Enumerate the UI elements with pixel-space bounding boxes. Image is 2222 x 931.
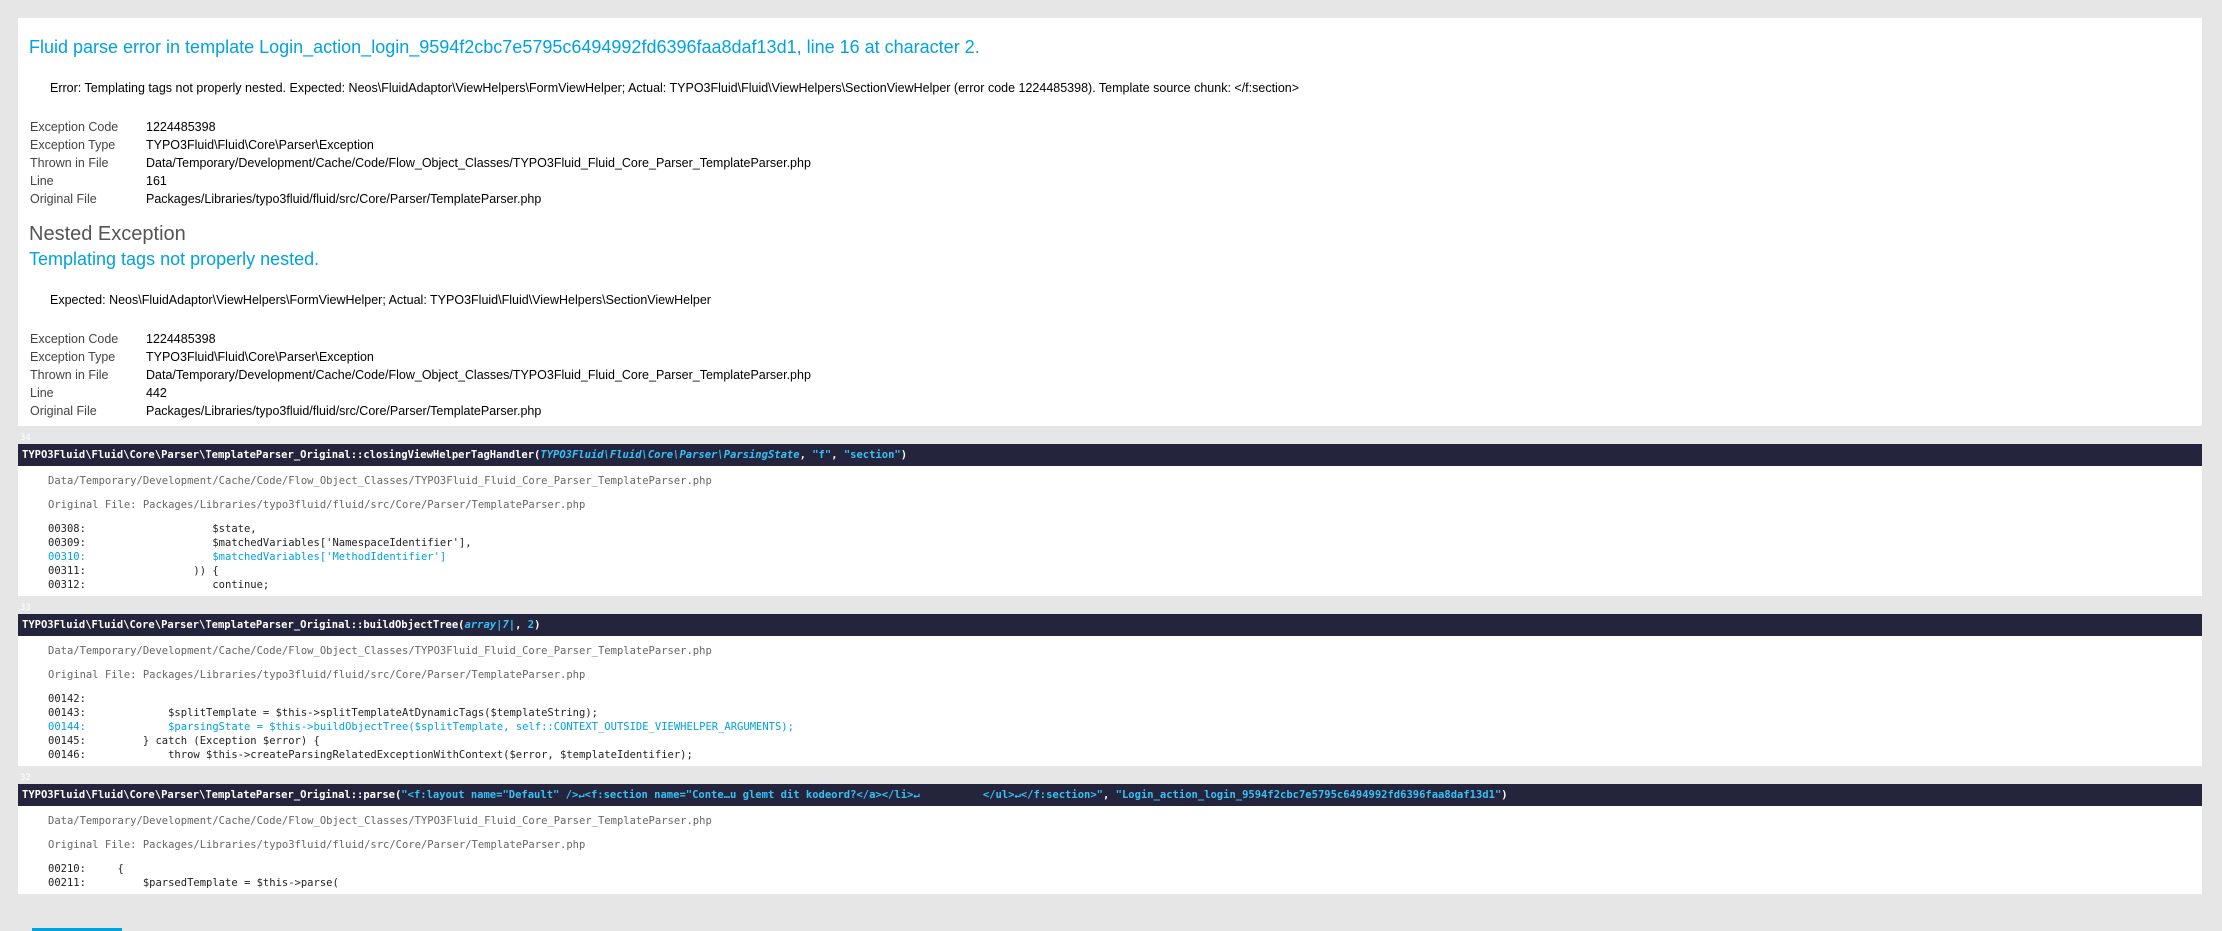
code-line-highlighted: 00144: $parsingState = $this->buildObjec…	[48, 721, 794, 733]
exception-panel: Fluid parse error in template Login_acti…	[18, 18, 2202, 426]
detail-row: Thrown in File Data/Temporary/Developmen…	[30, 154, 811, 172]
trace-arg: "<f:layout name="Default" />↵<f:section …	[401, 789, 1103, 801]
code-line: 00142:	[48, 693, 86, 705]
detail-key: Original File	[30, 192, 97, 206]
trace-index: 34	[20, 433, 31, 443]
detail-row: Exception Code 1224485398	[30, 330, 811, 348]
detail-key: Line	[30, 174, 54, 188]
detail-key: Thrown in File	[30, 156, 109, 170]
code-line: 00312: continue;	[48, 579, 270, 591]
trace-original-file: Original File: Packages/Libraries/typo3f…	[48, 839, 586, 851]
code-line: 00311: )) {	[48, 565, 219, 577]
trace-arg: "Login_action_login_9594f2cbc7e5795c6494…	[1115, 789, 1502, 801]
trace-header[interactable]: TYPO3Fluid\Fluid\Core\Parser\TemplatePar…	[18, 614, 2202, 636]
detail-value: Packages/Libraries/typo3fluid/fluid/src/…	[146, 192, 542, 206]
code-line: 00210: {	[48, 863, 124, 875]
trace-original-file: Original File: Packages/Libraries/typo3f…	[48, 499, 586, 511]
detail-key: Exception Type	[30, 350, 116, 364]
nested-exception-details: Exception Code 1224485398 Exception Type…	[30, 330, 811, 420]
trace-original-file: Original File: Packages/Libraries/typo3f…	[48, 669, 586, 681]
code-line: 00309: $matchedVariables['NamespaceIdent…	[48, 537, 472, 549]
detail-row: Exception Code 1224485398	[30, 118, 811, 136]
detail-value: 1224485398	[146, 332, 216, 346]
code-line: 00308: $state,	[48, 523, 257, 535]
error-title: Fluid parse error in template Login_acti…	[29, 37, 980, 57]
trace-file: Data/Temporary/Development/Cache/Code/Fl…	[48, 475, 712, 487]
detail-value: 442	[146, 386, 167, 400]
detail-key: Original File	[30, 404, 97, 418]
nested-exception-title: Templating tags not properly nested.	[29, 249, 320, 269]
trace-body: Data/Temporary/Development/Cache/Code/Fl…	[18, 806, 2202, 894]
detail-row: Thrown in File Data/Temporary/Developmen…	[30, 366, 811, 384]
code-line: 00146: throw $this->createParsingRelated…	[48, 749, 693, 761]
trace-method: TYPO3Fluid\Fluid\Core\Parser\TemplatePar…	[22, 789, 402, 801]
code-line-highlighted: 00310: $matchedVariables['MethodIdentifi…	[48, 551, 447, 563]
detail-key: Thrown in File	[30, 368, 109, 382]
trace-arg-separator: ,	[799, 449, 813, 461]
trace-arg: array|7|	[464, 619, 516, 631]
trace-close-paren: )	[900, 449, 908, 461]
detail-row: Exception Type TYPO3Fluid\Fluid\Core\Par…	[30, 348, 811, 366]
trace-close-paren: )	[1501, 789, 1508, 801]
error-message: Error: Templating tags not properly nest…	[50, 81, 1300, 95]
trace-close-paren: )	[534, 619, 541, 631]
code-line: 00211: $parsedTemplate = $this->parse(	[48, 877, 339, 889]
detail-value: TYPO3Fluid\Fluid\Core\Parser\Exception	[146, 138, 374, 152]
trace-arg: TYPO3Fluid\Fluid\Core\Parser\ParsingStat…	[540, 449, 800, 461]
detail-key: Line	[30, 386, 54, 400]
code-line: 00143: $splitTemplate = $this->splitTemp…	[48, 707, 598, 719]
trace-header[interactable]: TYPO3Fluid\Fluid\Core\Parser\TemplatePar…	[18, 784, 2202, 806]
detail-value: Packages/Libraries/typo3fluid/fluid/src/…	[146, 404, 542, 418]
code-snippet: 00210: { 00211: $parsedTemplate = $this->…	[48, 862, 2202, 890]
detail-row: Original File Packages/Libraries/typo3fl…	[30, 402, 811, 420]
detail-row: Line 442	[30, 384, 811, 402]
detail-key: Exception Type	[30, 138, 116, 152]
detail-value: TYPO3Fluid\Fluid\Core\Parser\Exception	[146, 350, 374, 364]
trace-arg-separator: ,	[831, 449, 844, 461]
nested-exception-message: Expected: Neos\FluidAdaptor\ViewHelpers\…	[50, 293, 711, 307]
detail-row: Line 161	[30, 172, 811, 190]
trace-arg: "f"	[812, 449, 832, 461]
detail-value: Data/Temporary/Development/Cache/Code/Fl…	[146, 368, 811, 382]
trace-body: Data/Temporary/Development/Cache/Code/Fl…	[18, 466, 2202, 596]
trace-file: Data/Temporary/Development/Cache/Code/Fl…	[48, 645, 712, 657]
detail-row: Original File Packages/Libraries/typo3fl…	[30, 190, 811, 208]
detail-value: 161	[146, 174, 167, 188]
trace-index: 33	[20, 603, 31, 613]
trace-arg-separator: ,	[1103, 789, 1116, 801]
nested-exception-heading: Nested Exception	[29, 223, 186, 245]
error-page: Fluid parse error in template Login_acti…	[18, 18, 2202, 894]
code-snippet: 00142: 00143: $splitTemplate = $this->spl…	[48, 692, 2202, 762]
trace-method: TYPO3Fluid\Fluid\Core\Parser\TemplatePar…	[22, 619, 465, 631]
trace-arg-separator: ,	[515, 619, 528, 631]
trace-method: TYPO3Fluid\Fluid\Core\Parser\TemplatePar…	[22, 449, 541, 461]
detail-value: 1224485398	[146, 120, 216, 134]
detail-key: Exception Code	[30, 332, 119, 346]
code-snippet: 00308: $state, 00309: $matchedVariables['…	[48, 522, 2202, 592]
exception-details: Exception Code 1224485398 Exception Type…	[30, 118, 811, 208]
detail-row: Exception Type TYPO3Fluid\Fluid\Core\Par…	[30, 136, 811, 154]
detail-value: Data/Temporary/Development/Cache/Code/Fl…	[146, 156, 811, 170]
detail-key: Exception Code	[30, 120, 119, 134]
trace-arg: "section"	[843, 449, 901, 461]
trace-file: Data/Temporary/Development/Cache/Code/Fl…	[48, 815, 712, 827]
trace-body: Data/Temporary/Development/Cache/Code/Fl…	[18, 636, 2202, 766]
trace-header[interactable]: TYPO3Fluid\Fluid\Core\Parser\TemplatePar…	[18, 444, 2202, 466]
code-line: 00145: } catch (Exception $error) {	[48, 735, 320, 747]
trace-index: 32	[20, 773, 31, 783]
